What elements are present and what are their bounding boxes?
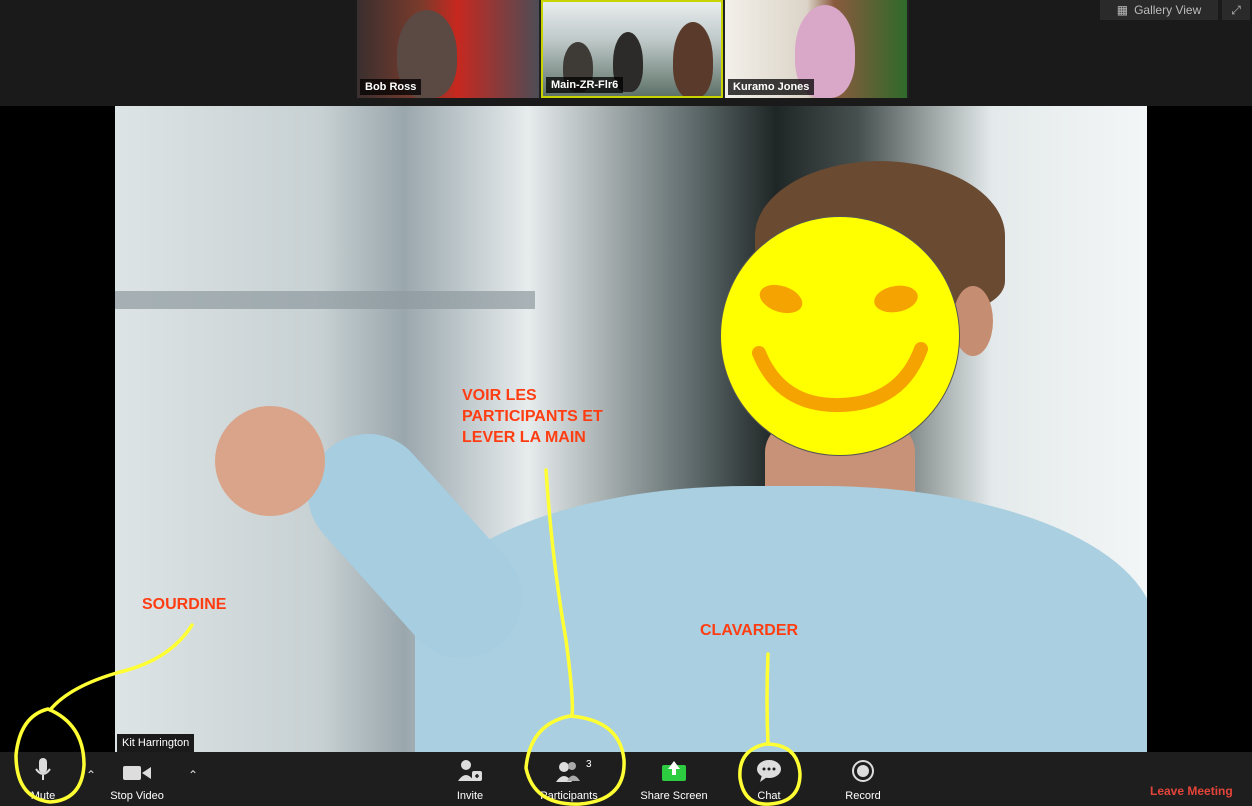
clavarder-arrow-line [765, 652, 770, 746]
annotation-drawing-overlay [14, 468, 802, 806]
participants-circle-highlight [524, 714, 626, 806]
chat-circle-highlight [738, 742, 802, 806]
participants-arrow-line [544, 468, 575, 718]
sourdine-arrow-line [48, 623, 194, 712]
mute-circle-highlight [14, 707, 86, 804]
